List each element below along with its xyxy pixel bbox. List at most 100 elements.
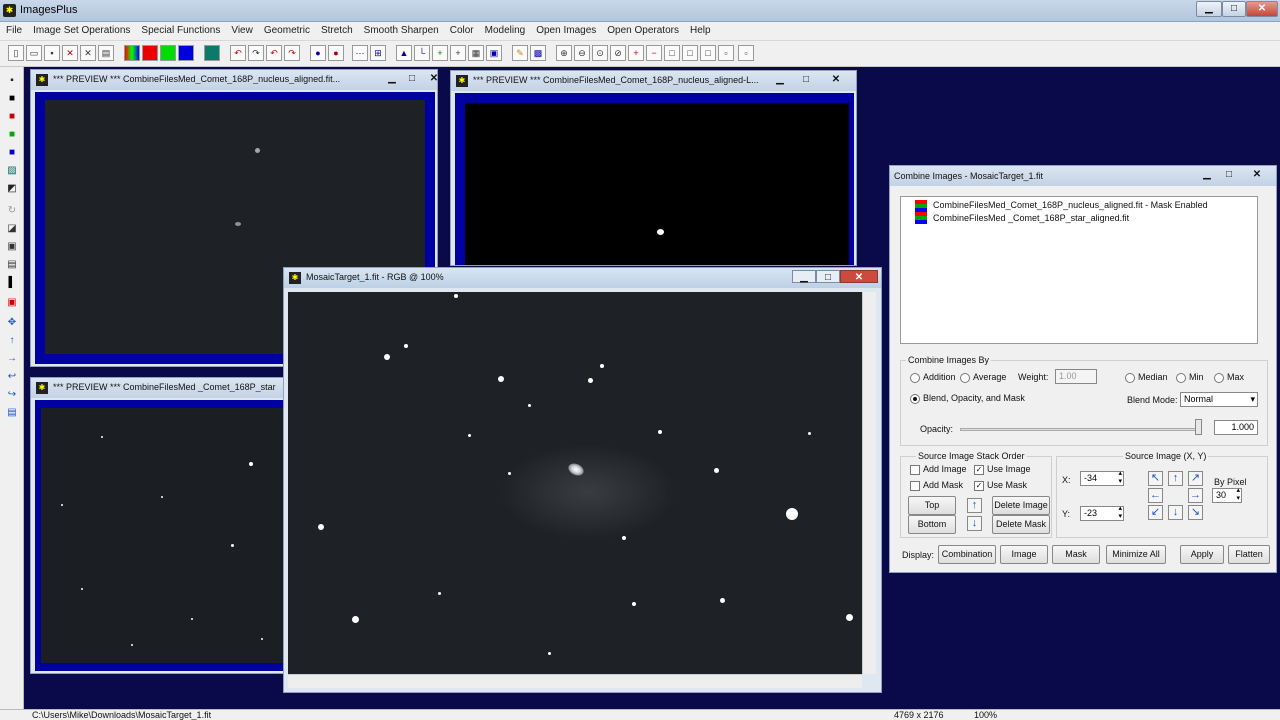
- median-radio[interactable]: Median: [1125, 372, 1168, 383]
- zoom-actual-icon[interactable]: ⊘: [610, 45, 626, 61]
- opacity-field[interactable]: 1.000: [1214, 420, 1258, 435]
- opacity-slider-track[interactable]: [960, 428, 1200, 431]
- close-button[interactable]: ✕: [825, 73, 847, 87]
- combination-button[interactable]: Combination: [938, 545, 996, 564]
- window-icon[interactable]: □: [664, 45, 680, 61]
- add-image-checkbox[interactable]: Add Image: [910, 464, 967, 475]
- undo-all-icon[interactable]: ↶: [266, 45, 282, 61]
- minimize-button[interactable]: ▁: [381, 72, 403, 86]
- red-square-icon[interactable]: ■: [4, 109, 20, 124]
- frame-icon[interactable]: ▣: [4, 239, 20, 254]
- mosaic-image[interactable]: [288, 292, 862, 674]
- close-button[interactable]: ✕: [840, 270, 878, 283]
- maximize-button[interactable]: □: [795, 73, 817, 87]
- minimize-button[interactable]: ▁: [792, 270, 816, 283]
- zoom-plus-icon[interactable]: +: [628, 45, 644, 61]
- arrow-down-left-icon[interactable]: ↙: [1148, 505, 1163, 520]
- document-icon[interactable]: ▤: [4, 405, 20, 420]
- menu-help[interactable]: Help: [684, 22, 716, 41]
- new-icon[interactable]: ▯: [8, 45, 24, 61]
- return-down-icon[interactable]: ↪: [4, 387, 20, 402]
- mesh-icon[interactable]: ▩: [530, 45, 546, 61]
- arrow-up-left-icon[interactable]: ↖: [1148, 471, 1163, 486]
- opacity-slider-thumb[interactable]: [1195, 419, 1202, 435]
- blue-square-icon[interactable]: ■: [4, 145, 20, 160]
- maximize-button[interactable]: □: [816, 270, 840, 283]
- open-icon[interactable]: ▭: [26, 45, 42, 61]
- arrow-left-icon[interactable]: ←: [1148, 488, 1163, 503]
- print-icon[interactable]: ▤: [98, 45, 114, 61]
- menu-color[interactable]: Color: [444, 22, 479, 41]
- maximize-button[interactable]: □: [1218, 168, 1240, 182]
- weight-field[interactable]: 1.00: [1055, 369, 1097, 384]
- addition-radio[interactable]: Addition: [910, 372, 956, 383]
- menu-image-set-operations[interactable]: Image Set Operations: [27, 22, 135, 41]
- arrow-up-icon[interactable]: ↑: [1168, 471, 1183, 486]
- use-mask-checkbox[interactable]: ✓ Use Mask: [974, 480, 1027, 491]
- select-icon[interactable]: ▣: [4, 295, 20, 310]
- menu-file[interactable]: File: [0, 22, 27, 41]
- minimize-button[interactable]: ▁: [1196, 168, 1218, 182]
- redo-all-icon[interactable]: ↷: [284, 45, 300, 61]
- half-square-icon[interactable]: ◩: [4, 181, 20, 196]
- target-icon[interactable]: ●: [310, 45, 326, 61]
- zoom-out-icon[interactable]: ⊖: [574, 45, 590, 61]
- menu-open-images[interactable]: Open Images: [530, 22, 601, 41]
- image-button[interactable]: Image: [1000, 545, 1048, 564]
- color-table-icon[interactable]: [204, 45, 220, 61]
- zoom-minus-icon[interactable]: −: [646, 45, 662, 61]
- mask-image[interactable]: [465, 103, 849, 265]
- window-cascade-icon[interactable]: □: [700, 45, 716, 61]
- add-icon[interactable]: +: [432, 45, 448, 61]
- gradient-icon[interactable]: ◪: [4, 221, 20, 236]
- rgb-icon[interactable]: [124, 45, 140, 61]
- arrow-up-icon[interactable]: ↑: [967, 498, 982, 513]
- delete-image-button[interactable]: Delete Image: [992, 496, 1050, 515]
- pencil-icon[interactable]: ✎: [512, 45, 528, 61]
- undo-icon[interactable]: ↶: [230, 45, 246, 61]
- close-button[interactable]: ✕: [423, 72, 445, 86]
- x-spinner[interactable]: -34 ▴ ▾: [1080, 470, 1124, 486]
- flatten-button[interactable]: Flatten: [1228, 545, 1270, 564]
- target-red-icon[interactable]: ●: [328, 45, 344, 61]
- picture-icon[interactable]: ▣: [486, 45, 502, 61]
- arrow-right-icon[interactable]: →: [1188, 488, 1203, 503]
- blue-channel-icon[interactable]: [178, 45, 194, 61]
- menu-open-operators[interactable]: Open Operators: [601, 22, 684, 41]
- menu-smooth-sharpen[interactable]: Smooth Sharpen: [358, 22, 444, 41]
- maximize-button[interactable]: □: [401, 72, 423, 86]
- histogram-icon[interactable]: ▤: [4, 257, 20, 272]
- file-list-item[interactable]: CombineFilesMed_Comet_168P_nucleus_align…: [933, 200, 1208, 210]
- menu-stretch[interactable]: Stretch: [315, 22, 358, 41]
- use-image-checkbox[interactable]: ✓ Use Image: [974, 464, 1031, 475]
- maximize-button[interactable]: □: [1222, 1, 1246, 17]
- return-left-icon[interactable]: ↩: [4, 369, 20, 384]
- green-channel-icon[interactable]: [160, 45, 176, 61]
- move-icon[interactable]: ✥: [4, 315, 20, 330]
- menu-geometric[interactable]: Geometric: [258, 22, 315, 41]
- window-restore-icon[interactable]: ▫: [738, 45, 754, 61]
- horizontal-scrollbar[interactable]: [288, 674, 862, 688]
- star-image[interactable]: [41, 408, 291, 663]
- minimize-button[interactable]: ▁: [769, 73, 791, 87]
- mask-button[interactable]: Mask: [1052, 545, 1100, 564]
- zoom-in-icon[interactable]: ⊕: [556, 45, 572, 61]
- close-icon[interactable]: ✕: [80, 45, 96, 61]
- window-tile-icon[interactable]: □: [682, 45, 698, 61]
- crosshair-icon[interactable]: +: [450, 45, 466, 61]
- grid-icon[interactable]: ▦: [468, 45, 484, 61]
- arrow-down-icon[interactable]: ↓: [967, 516, 982, 531]
- menu-special-functions[interactable]: Special Functions: [135, 22, 225, 41]
- by-pixel-spinner[interactable]: 30 ▴ ▾: [1212, 487, 1242, 503]
- cancel-icon[interactable]: ✕: [62, 45, 78, 61]
- minimize-all-button[interactable]: Minimize All: [1106, 545, 1166, 564]
- window-small-icon[interactable]: ▫: [718, 45, 734, 61]
- y-spinner[interactable]: -23 ▴ ▾: [1080, 505, 1124, 521]
- arrow-up-icon[interactable]: ↑: [4, 333, 20, 348]
- blend-mode-select[interactable]: Normal ▾: [1180, 392, 1258, 407]
- red-channel-icon[interactable]: [142, 45, 158, 61]
- redo-icon[interactable]: ↷: [248, 45, 264, 61]
- crop-icon[interactable]: ⊞: [370, 45, 386, 61]
- save-icon[interactable]: ▪: [44, 45, 60, 61]
- green-square-icon[interactable]: ■: [4, 127, 20, 142]
